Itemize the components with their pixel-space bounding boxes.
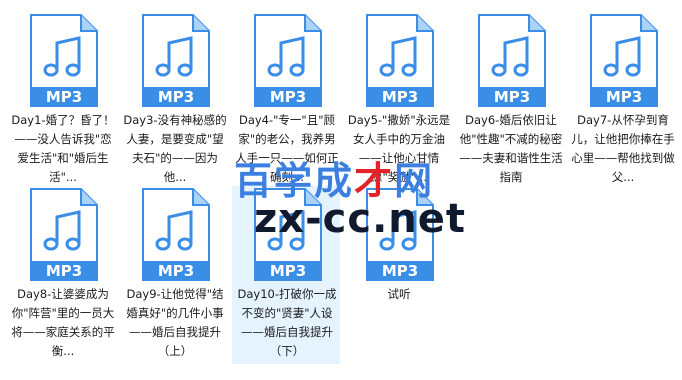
mp3-file-icon: MP3 — [589, 13, 659, 108]
file-grid: MP3 Day1-婚了？昏了！——没人告诉我"恋爱生活"和"婚后生活"... M… — [0, 0, 682, 380]
file-item[interactable]: MP3 Day3-没有神秘感的人妻，是要变成"望夫石"的——因为他... — [120, 12, 228, 190]
mp3-file-icon: MP3 — [365, 187, 435, 282]
file-item[interactable]: MP3 Day7-从怀孕到育儿，让他把你捧在手心里——帮他找到做父... — [568, 12, 676, 190]
mp3-file-icon: MP3 — [253, 187, 323, 282]
file-name: Day3-没有神秘感的人妻，是要变成"望夫石"的——因为他... — [123, 113, 227, 184]
file-name: Day7-从怀孕到育儿，让他把你捧在手心里——帮他找到做父... — [571, 113, 675, 184]
mp3-badge: MP3 — [46, 262, 82, 280]
file-name: Day5-"撒娇"永远是女人手中的万金油——让他心甘情愿"奖励"... — [347, 113, 451, 184]
file-item[interactable]: MP3 Day4-"专一"且"顾家"的老公，我养男人手一只——如何正确刻... — [232, 12, 340, 190]
mp3-file-icon: MP3 — [141, 187, 211, 282]
mp3-badge: MP3 — [494, 88, 530, 106]
mp3-file-icon: MP3 — [141, 13, 211, 108]
mp3-file-icon: MP3 — [477, 13, 547, 108]
file-item[interactable]: MP3 Day1-婚了？昏了！——没人告诉我"恋爱生活"和"婚后生活"... — [8, 12, 116, 190]
file-name: Day6-婚后依旧让他"性趣"不减的秘密——夫妻和谐性生活指南 — [459, 113, 563, 184]
mp3-badge: MP3 — [382, 88, 418, 106]
mp3-badge: MP3 — [158, 262, 194, 280]
file-name: Day8-让婆婆成为你"阵营"里的一员大将——家庭关系的平衡... — [11, 287, 115, 358]
mp3-badge: MP3 — [606, 88, 642, 106]
mp3-badge: MP3 — [270, 88, 306, 106]
mp3-file-icon: MP3 — [365, 13, 435, 108]
mp3-file-icon: MP3 — [29, 13, 99, 108]
file-name: Day9-让他觉得"结婚真好"的几件小事——婚后自我提升（上） — [126, 287, 224, 358]
mp3-badge: MP3 — [382, 262, 418, 280]
file-name: Day10-打破你一成不变的"贤妻"人设——婚后自我提升（下） — [237, 287, 337, 358]
file-item-selected[interactable]: MP3 Day10-打破你一成不变的"贤妻"人设——婚后自我提升（下） — [232, 186, 340, 364]
file-name: Day4-"专一"且"顾家"的老公，我养男人手一只——如何正确刻... — [235, 113, 339, 184]
file-item[interactable]: MP3 Day6-婚后依旧让他"性趣"不减的秘密——夫妻和谐性生活指南 — [456, 12, 564, 190]
mp3-file-icon: MP3 — [29, 187, 99, 282]
file-name: 试听 — [387, 287, 411, 301]
mp3-badge: MP3 — [270, 262, 306, 280]
file-item[interactable]: MP3 Day5-"撒娇"永远是女人手中的万金油——让他心甘情愿"奖励"... — [344, 12, 452, 190]
file-item[interactable]: MP3 Day8-让婆婆成为你"阵营"里的一员大将——家庭关系的平衡... — [8, 186, 116, 364]
mp3-badge: MP3 — [158, 88, 194, 106]
file-name: Day1-婚了？昏了！——没人告诉我"恋爱生活"和"婚后生活"... — [11, 113, 115, 184]
file-item[interactable]: MP3 Day9-让他觉得"结婚真好"的几件小事——婚后自我提升（上） — [120, 186, 228, 364]
file-item[interactable]: MP3 试听 — [344, 186, 452, 364]
mp3-file-icon: MP3 — [253, 13, 323, 108]
mp3-badge: MP3 — [46, 88, 82, 106]
